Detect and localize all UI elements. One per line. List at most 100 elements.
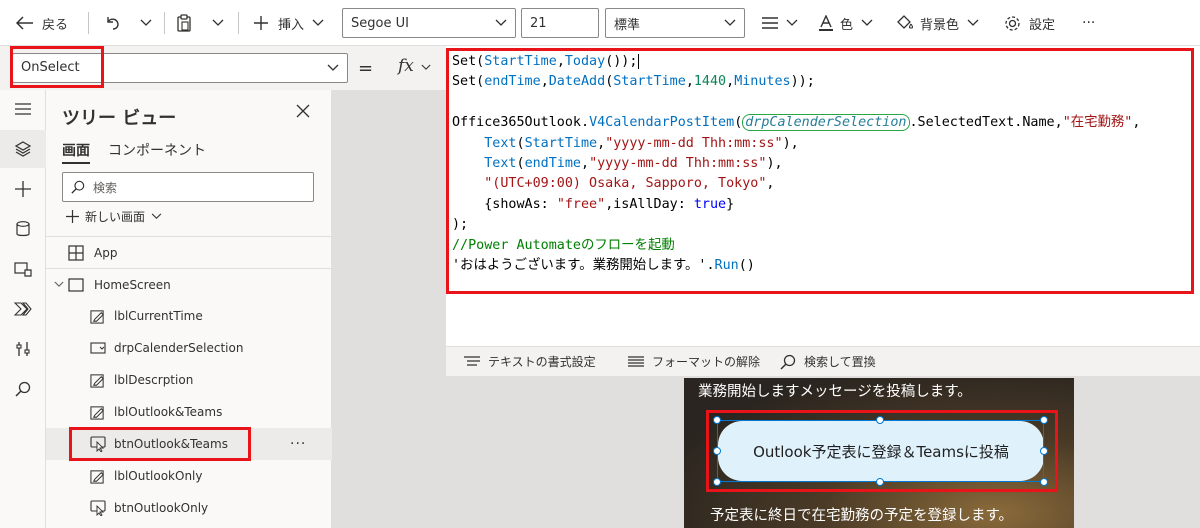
equals-sign: = [358, 58, 374, 79]
undo-button[interactable] [104, 8, 120, 38]
property-select[interactable]: OnSelect [10, 46, 348, 88]
plus-icon [15, 181, 31, 197]
settings-label: 設定 [1029, 17, 1056, 33]
plus-icon [254, 16, 268, 30]
font-size-input[interactable]: 21 [521, 8, 599, 38]
tree-item-label: lblCurrentTime [114, 309, 203, 323]
app-icon [68, 244, 84, 261]
insert-label: 挿入 [278, 17, 305, 33]
tree-item-label: btnOutlook&Teams [114, 437, 228, 451]
tree-item-label: HomeScreen [94, 277, 171, 292]
tree-view-panel: ツリー ビュー 画面 コンポーネント 検索 新しい画面 App HomeScre… [46, 90, 332, 528]
settings-button[interactable]: 設定 [1004, 8, 1055, 38]
font-value: Segoe UI [351, 15, 409, 31]
font-weight-value: 標準 [614, 17, 641, 33]
chevron-down-icon [140, 19, 152, 26]
tools-icon [16, 342, 30, 356]
text-cursor [638, 54, 640, 69]
close-button[interactable] [296, 104, 310, 122]
tree-view-title: ツリー ビュー [62, 108, 177, 129]
tree-view-button[interactable] [0, 130, 46, 168]
align-icon [762, 17, 778, 29]
media-button[interactable] [0, 250, 46, 288]
code-line: Text(StartTime,"yyyy-mm-dd Thh:mm:ss"), [484, 135, 799, 151]
tree-item-lbloutlookonly[interactable]: lblOutlookOnly [46, 460, 332, 492]
font-weight-select[interactable]: 標準 [605, 8, 745, 38]
tree-item-btnoutlook-teams[interactable]: btnOutlook&Teams ··· [46, 427, 332, 461]
search-icon [15, 381, 31, 397]
fx-button[interactable]: fx [398, 56, 431, 76]
tree-item-label: drpCalenderSelection [114, 341, 244, 355]
insert-rail-button[interactable] [0, 170, 46, 208]
tree-item-lblcurrenttime[interactable]: lblCurrentTime [46, 300, 332, 332]
advanced-tools-button[interactable] [0, 330, 46, 368]
code-line: Text(endTime,"yyyy-mm-dd Thh:mm:ss"), [484, 155, 783, 171]
tree-item-lbldescrption[interactable]: lblDescrption [46, 364, 332, 396]
find-replace-label: 検索して置換 [804, 355, 876, 369]
paint-bucket-icon [897, 15, 914, 29]
paste-dropdown[interactable] [212, 8, 224, 38]
font-select[interactable]: Segoe UI [342, 8, 516, 38]
align-button[interactable] [762, 8, 798, 38]
gear-icon [1005, 15, 1020, 31]
preview-label-top: 業務開始しますメッセージを投稿します。 [698, 384, 972, 400]
media-icon [14, 262, 32, 277]
tree-item-btnoutlookonly[interactable]: btnOutlookOnly [46, 492, 332, 524]
close-icon [296, 104, 310, 118]
code-line: {showAs: "free",isAllDay: true} [452, 196, 735, 212]
tab-components[interactable]: コンポーネント [108, 140, 206, 160]
formula-code[interactable]: Set(StartTime,Today()); Set(endTime,DateA… [452, 52, 1192, 276]
tree-item-label: lblDescrption [114, 373, 194, 387]
label-edit-icon [90, 373, 105, 388]
chevron-down-icon [967, 19, 979, 26]
tree-item-app[interactable]: App [46, 236, 332, 268]
code-line: Office365Outlook.V4CalendarPostItem(drpC… [452, 114, 1141, 132]
button-highlight [706, 410, 1058, 492]
back-button[interactable]: 戻る [16, 8, 68, 38]
more-button[interactable]: ··· [1082, 8, 1095, 38]
tree-item-lbloutlook-teams[interactable]: lblOutlook&Teams [46, 396, 332, 428]
tree-search-input[interactable]: 検索 [62, 172, 314, 202]
tree-item-homescreen[interactable]: HomeScreen [46, 268, 332, 300]
button-control-icon [90, 436, 106, 452]
tree-item-label: App [94, 245, 118, 260]
chevron-down-icon [327, 64, 339, 71]
background-color-button[interactable]: 背景色 [896, 8, 979, 38]
chevron-down-icon [212, 19, 224, 26]
data-button[interactable] [0, 210, 46, 248]
screen-icon [68, 277, 84, 292]
power-automate-button[interactable] [0, 290, 46, 328]
command-bar: 戻る 挿入 Segoe UI 21 標準 色 背景色 設定 ··· [0, 0, 1200, 46]
plus-icon [66, 210, 79, 223]
chevron-down-icon [312, 19, 324, 26]
undo-dropdown[interactable] [140, 8, 152, 38]
insert-button[interactable]: 挿入 [254, 8, 324, 38]
chevron-down-icon [786, 19, 798, 26]
chevron-down-icon [151, 213, 162, 220]
search-rail-button[interactable] [0, 370, 46, 408]
format-text-label: テキストの書式設定 [488, 355, 596, 369]
menu-button[interactable] [0, 90, 46, 128]
code-line: "(UTC+09:00) Osaka, Sapporo, Tokyo", [484, 176, 775, 192]
remove-formatting-button[interactable]: フォーマットの解除 [628, 353, 760, 370]
chevron-down-icon [54, 281, 64, 288]
chevron-down-icon [495, 19, 507, 26]
format-text-button[interactable]: テキストの書式設定 [464, 353, 596, 370]
dropdown-control-icon [90, 342, 106, 354]
font-color-icon [819, 15, 833, 31]
color-button[interactable]: 色 [818, 8, 873, 38]
chevron-down-icon [861, 19, 873, 26]
search-icon [71, 180, 85, 194]
find-replace-button[interactable]: 検索して置換 [780, 353, 876, 370]
separator [88, 12, 89, 34]
tree-item-label: btnOutlookOnly [114, 501, 209, 515]
paste-button[interactable] [176, 8, 192, 38]
tree-item-drpcalenderselection[interactable]: drpCalenderSelection [46, 332, 332, 364]
tab-screens[interactable]: 画面 [62, 140, 90, 164]
code-line: Set(StartTime,Today()); [452, 54, 640, 69]
new-screen-button[interactable]: 新しい画面 [66, 208, 162, 225]
preview-label-bottom: 予定表に終日で在宅勤務の予定を登録します。 [710, 508, 1014, 524]
bgcolor-label: 背景色 [920, 17, 960, 33]
more-options-button[interactable]: ··· [290, 436, 306, 452]
